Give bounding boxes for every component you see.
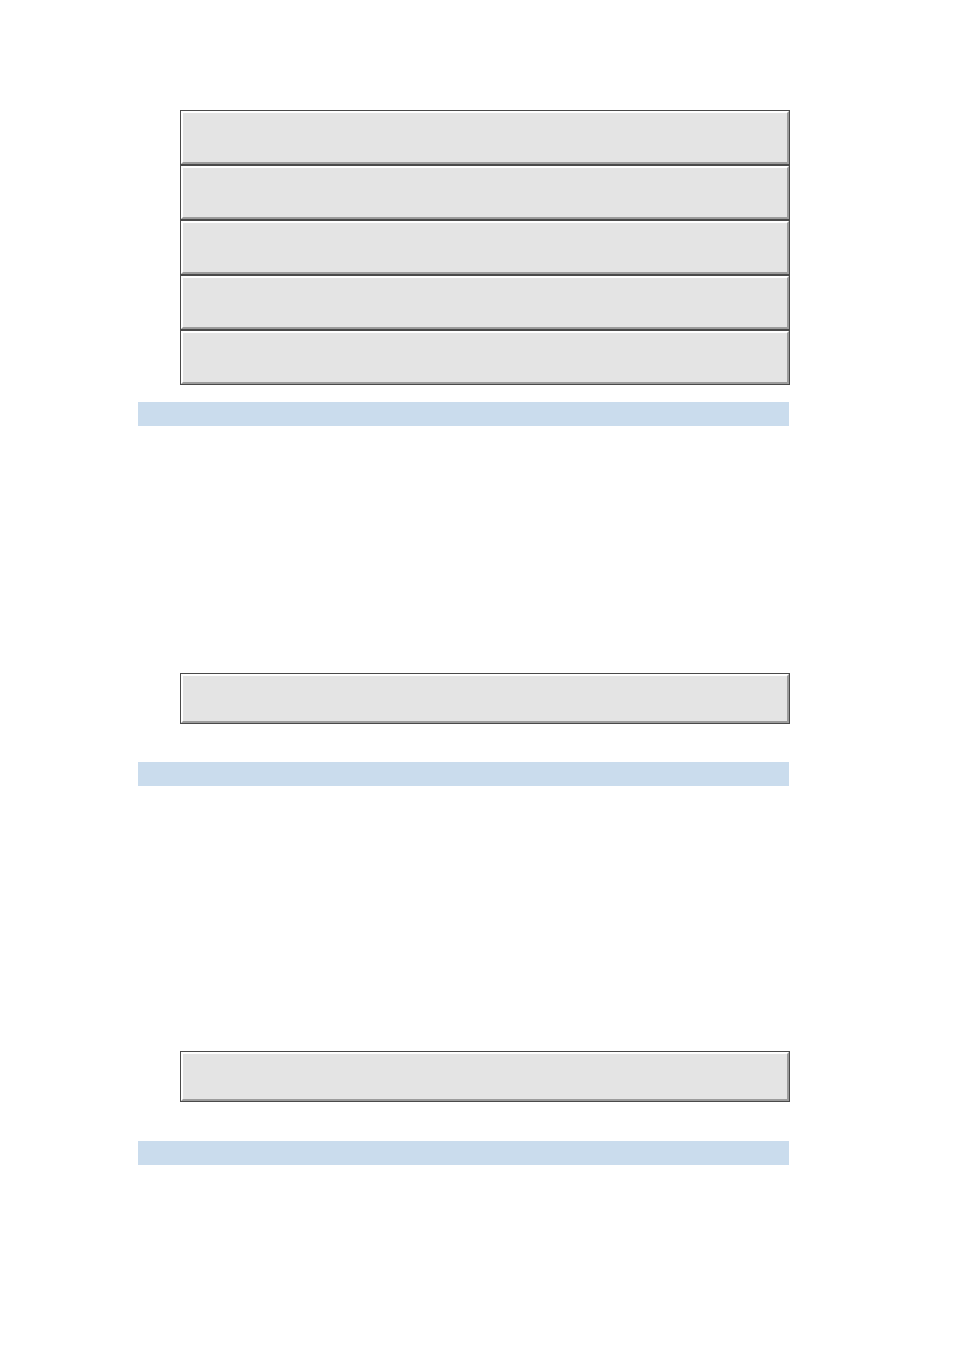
top-cell-stack (181, 111, 789, 384)
single-cell (181, 674, 789, 723)
section-bar (138, 1141, 789, 1165)
stack-cell (181, 331, 789, 384)
stack-cell (181, 166, 789, 219)
section-bar (138, 402, 789, 426)
stack-cell (181, 221, 789, 274)
single-cell (181, 1052, 789, 1101)
stack-cell (181, 111, 789, 164)
single-cell-block (181, 1052, 789, 1101)
stack-cell (181, 276, 789, 329)
section-bar (138, 762, 789, 786)
single-cell-block (181, 674, 789, 723)
